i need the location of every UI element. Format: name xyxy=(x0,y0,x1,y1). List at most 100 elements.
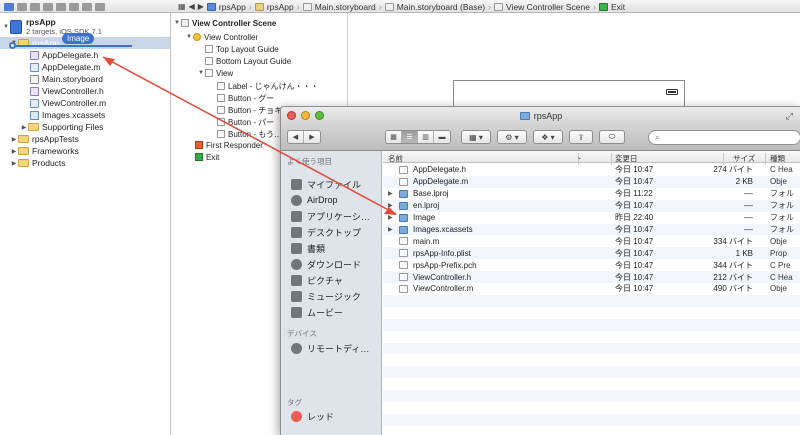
file-kind: Obje xyxy=(770,284,787,294)
sidebar-item-movies[interactable]: ムービー xyxy=(291,305,343,319)
table-row[interactable]: rpsApp-Info.plist 今日 10:47 1 KB Prop xyxy=(383,247,800,260)
group-row[interactable]: ▶ Frameworks xyxy=(10,145,79,157)
disclosure-triangle-icon[interactable]: ▶ xyxy=(388,226,393,233)
project-navigator-icon[interactable] xyxy=(4,2,14,11)
test-navigator-icon[interactable] xyxy=(56,2,66,11)
file-size: 344 バイト xyxy=(713,260,753,270)
disclosure-triangle-icon[interactable]: ▼ xyxy=(2,24,10,30)
file-row[interactable]: Main.storyboard xyxy=(30,73,103,85)
disclosure-triangle-icon[interactable]: ▶ xyxy=(388,190,393,197)
outline-scene[interactable]: ▼ View Controller Scene xyxy=(173,17,276,29)
table-row[interactable]: AppDelegate.m 今日 10:47 2 KB Obje xyxy=(383,175,800,188)
disclosure-triangle-icon[interactable]: ▶ xyxy=(388,202,393,209)
outline-exit[interactable]: Exit xyxy=(195,151,219,163)
column-headers: 名前 ⌄ 変更日 サイズ 種類 xyxy=(383,151,800,165)
table-row[interactable]: ▶ Image 昨日 22:40 –– フォル xyxy=(383,212,800,224)
column-date[interactable]: 変更日 xyxy=(615,153,638,164)
file-list: 名前 ⌄ 変更日 サイズ 種類 AppDelegate.h 今日 10:47 274… xyxy=(383,151,800,435)
sidebar-item-airdrop[interactable]: AirDrop xyxy=(291,193,338,207)
symbol-navigator-icon[interactable] xyxy=(17,2,27,11)
file-row[interactable]: ViewController.h xyxy=(30,85,104,97)
table-row[interactable]: ViewController.m 今日 10:47 490 バイト Obje xyxy=(383,283,800,295)
table-row[interactable]: ▶ Images.xcassets 今日 10:47 –– フォル xyxy=(383,223,800,236)
disclosure-triangle-icon[interactable]: ▶ xyxy=(10,136,18,143)
crumb-scene[interactable]: View Controller Scene xyxy=(494,2,590,12)
sidebar-item-downloads[interactable]: ダウンロード xyxy=(291,257,361,271)
crumb-storyboard[interactable]: Main.storyboard xyxy=(302,2,376,12)
share-button[interactable]: ⇪ xyxy=(569,130,593,144)
coverflow-view-icon[interactable]: ▬ xyxy=(434,131,450,143)
finder-title-bar[interactable]: rpsApp ⤢ xyxy=(281,107,800,124)
table-row[interactable]: ▶ en.lproj 今日 10:47 –– フォル xyxy=(383,199,800,212)
file-row[interactable]: Images.xcassets xyxy=(30,109,105,121)
find-navigator-icon[interactable] xyxy=(30,2,40,11)
disclosure-triangle-icon[interactable]: ▶ xyxy=(10,160,18,167)
outline-label[interactable]: Label - じゃんけん・・・ xyxy=(217,80,319,92)
group-row[interactable]: ▶ Supporting Files xyxy=(20,121,104,133)
outline-button[interactable]: Button - グー xyxy=(217,92,274,104)
search-field[interactable]: ⌕ xyxy=(648,130,800,145)
table-row[interactable]: main.m 今日 10:47 334 バイト Obje xyxy=(383,235,800,247)
sidebar-item-music[interactable]: ミュージック xyxy=(291,289,361,303)
outline-view-controller[interactable]: ▼ View Controller xyxy=(185,31,258,43)
button-icon xyxy=(217,94,225,102)
sidebar-item-red-tag[interactable]: レッド xyxy=(291,409,334,423)
column-kind[interactable]: 種類 xyxy=(770,153,785,164)
table-row[interactable]: rpsApp-Prefix.pch 今日 10:47 344 バイト C Pre xyxy=(383,259,800,271)
disclosure-triangle-icon[interactable]: ▶ xyxy=(20,124,28,131)
icon-view-icon[interactable]: ▦ xyxy=(386,131,402,143)
breakpoint-navigator-icon[interactable] xyxy=(82,2,92,11)
back-arrow-icon[interactable]: ◀ xyxy=(288,131,304,143)
list-view-icon[interactable]: ☰ xyxy=(402,131,418,143)
related-items-icon[interactable]: ▦ xyxy=(178,2,186,11)
sidebar-item-all-my-files[interactable]: マイファイル xyxy=(291,177,361,191)
crumb-project[interactable]: rpsApp xyxy=(206,2,246,12)
back-arrow-icon[interactable]: ◀ xyxy=(189,2,195,11)
outline-view[interactable]: ▼ View xyxy=(197,67,233,79)
folder-icon xyxy=(399,213,408,222)
sidebar-item-documents[interactable]: 書類 xyxy=(291,241,325,255)
arrange-button[interactable]: ▦ ▾ xyxy=(461,130,491,144)
column-name[interactable]: 名前 xyxy=(388,153,403,164)
sidebar-item-applications[interactable]: アプリケーシ… xyxy=(291,209,370,223)
group-row[interactable]: ▶ Products xyxy=(10,157,66,169)
disclosure-triangle-icon[interactable]: ▼ xyxy=(185,34,193,40)
forward-arrow-icon[interactable]: ▶ xyxy=(198,2,204,11)
dropbox-button[interactable]: ❖ ▾ xyxy=(533,130,563,144)
table-row[interactable]: ViewController.h 今日 10:47 212 バイト C Hea xyxy=(383,271,800,283)
crumb-exit[interactable]: Exit xyxy=(599,2,625,12)
log-navigator-icon[interactable] xyxy=(95,2,105,11)
outline-button[interactable]: Button - チョキ xyxy=(217,104,282,116)
outline-top-layout-guide[interactable]: Top Layout Guide xyxy=(205,43,279,55)
crumb-storyboard-base[interactable]: Main.storyboard (Base) xyxy=(384,2,485,12)
sidebar-item-pictures[interactable]: ピクチャ xyxy=(291,273,343,287)
disclosure-triangle-icon[interactable]: ▼ xyxy=(197,70,205,76)
outline-button[interactable]: Button - パー xyxy=(217,116,274,128)
disclosure-triangle-icon[interactable]: ▶ xyxy=(388,214,393,221)
crumb-group[interactable]: rpsApp xyxy=(254,2,294,12)
disclosure-triangle-icon[interactable]: ▶ xyxy=(10,148,18,155)
column-size[interactable]: サイズ xyxy=(733,153,755,164)
documents-icon xyxy=(291,242,302,254)
file-row[interactable]: AppDelegate.m xyxy=(30,61,101,73)
file-name: AppDelegate.h xyxy=(413,165,466,175)
table-row[interactable]: AppDelegate.h 今日 10:47 274 バイト C Hea xyxy=(383,164,800,176)
file-row[interactable]: ViewController.m xyxy=(30,97,106,109)
fullscreen-icon[interactable]: ⤢ xyxy=(786,111,793,122)
issue-navigator-icon[interactable] xyxy=(43,2,53,11)
sidebar-item-desktop[interactable]: デスクトップ xyxy=(291,225,361,239)
forward-arrow-icon[interactable]: ▶ xyxy=(304,131,320,143)
action-button[interactable]: ⚙ ▾ xyxy=(497,130,527,144)
column-view-icon[interactable]: ▥ xyxy=(418,131,434,143)
disclosure-triangle-icon[interactable]: ▼ xyxy=(173,20,181,26)
outline-first-responder[interactable]: First Responder xyxy=(195,139,263,151)
file-row[interactable]: AppDelegate.h xyxy=(30,49,98,61)
table-row[interactable]: ▶ Base.lproj 今日 11:22 –– フォル xyxy=(383,188,800,200)
tags-button[interactable]: ⬭ xyxy=(599,130,625,144)
debug-navigator-icon[interactable] xyxy=(69,2,79,11)
sidebar-item-remote-disc[interactable]: リモートディ… xyxy=(291,341,369,355)
group-row[interactable]: ▶ rpsAppTests xyxy=(10,133,79,145)
outline-bottom-layout-guide[interactable]: Bottom Layout Guide xyxy=(205,55,291,67)
file-date: 今日 10:47 xyxy=(615,284,654,294)
asset-catalog-icon xyxy=(30,110,39,120)
